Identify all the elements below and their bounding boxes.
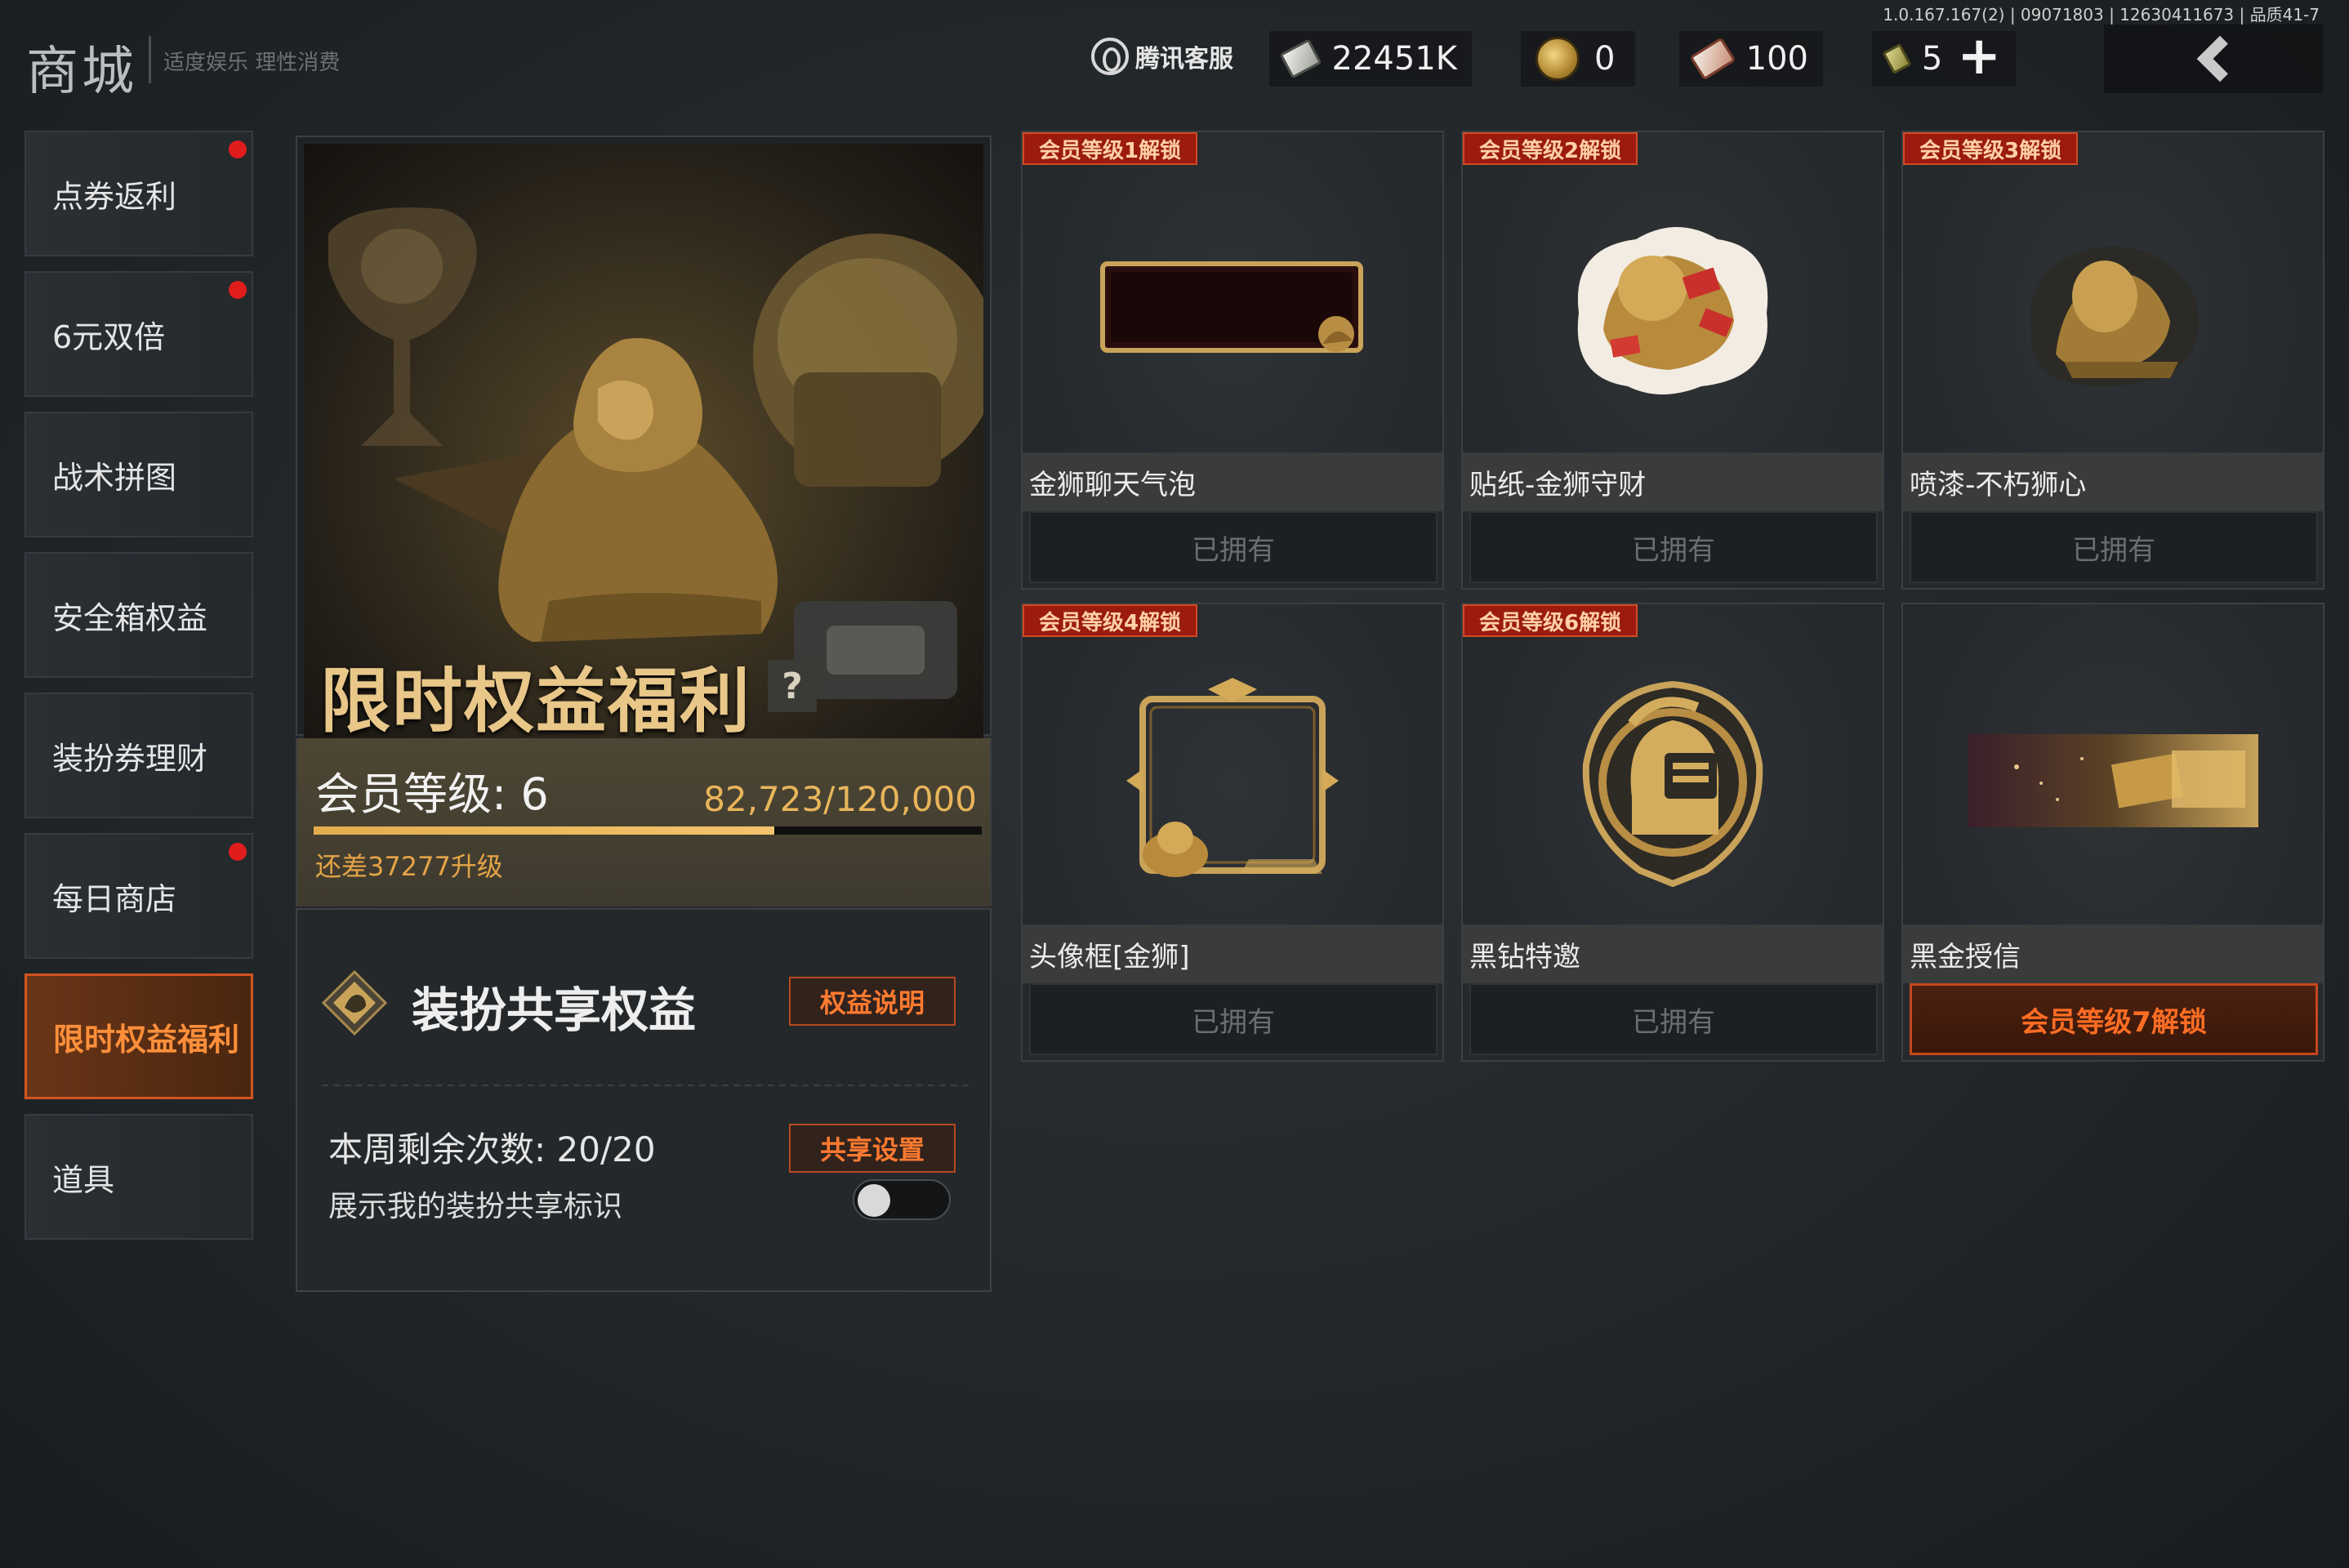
lion-spray-icon	[1903, 165, 2323, 452]
sidebar-item-label: 安全箱权益	[52, 599, 208, 636]
currency-note[interactable]: 5 +	[1872, 30, 2016, 87]
currency-cash-value: 22451K	[1331, 40, 1457, 78]
unlock-level-tag: 会员等级1解锁	[1023, 132, 1198, 165]
notification-dot-icon	[229, 140, 247, 158]
member-need-text: 还差37277升级	[315, 851, 503, 882]
member-progress-fill	[314, 826, 774, 835]
reward-status-button[interactable]: 已拥有	[1469, 983, 1878, 1055]
coin-icon	[1536, 37, 1580, 81]
unlock-level-tag: 会员等级2解锁	[1463, 132, 1638, 165]
reward-card[interactable]: 会员等级2解锁 贴纸-金狮守财 已拥有	[1461, 131, 1884, 590]
title-divider	[149, 36, 151, 83]
reward-card[interactable]: 会员等级6解锁 黑钻特邀 已拥有	[1461, 603, 1884, 1062]
sidebar-item-label: 每日商店	[52, 880, 177, 917]
sidebar-item-safe-box-benefits[interactable]: 安全箱权益	[25, 552, 253, 678]
note-icon	[1882, 42, 1912, 75]
sidebar-item-tactical-puzzle[interactable]: 战术拼图	[25, 412, 253, 537]
page-subtitle: 适度娱乐 理性消费	[163, 51, 341, 75]
reward-card[interactable]: 黑金授信 会员等级7解锁	[1901, 603, 2324, 1062]
reward-unlock-button[interactable]: 会员等级7解锁	[1910, 983, 2318, 1055]
hero-title: 限时权益福利	[320, 661, 751, 742]
sidebar-item-label: 战术拼图	[52, 459, 177, 496]
hero-banner: 限时权益福利 ?	[296, 136, 992, 742]
weekly-remaining-label: 本周剩余次数: 20/20	[328, 1129, 656, 1169]
voucher-ticket-icon	[1689, 37, 1736, 81]
unlock-level-tag: 会员等级4解锁	[1023, 604, 1198, 637]
sidebar-item-items[interactable]: 道具	[25, 1114, 253, 1240]
customer-service-label: 腾讯客服	[1135, 45, 1233, 74]
avatar-frame-icon	[1023, 637, 1442, 924]
currency-note-value: 5	[1921, 40, 1943, 78]
reward-status-button[interactable]: 已拥有	[1910, 511, 2318, 583]
sidebar-item-label: 6元双倍	[52, 318, 166, 355]
outfit-share-panel: 装扮共享权益 权益说明 本周剩余次数: 20/20 共享设置 展示我的装扮共享标…	[296, 908, 992, 1292]
help-button[interactable]: ?	[768, 660, 817, 712]
reward-status-button[interactable]: 已拥有	[1469, 511, 1878, 583]
sidebar-item-outfit-voucher-finance[interactable]: 装扮券理财	[25, 693, 253, 818]
cash-icon	[1279, 38, 1322, 79]
toggle-knob	[858, 1184, 890, 1217]
reward-status-button[interactable]: 已拥有	[1029, 983, 1437, 1055]
reward-card[interactable]: 会员等级4解锁 头像框[金狮] 已拥有	[1021, 603, 1444, 1062]
sidebar-item-limited-benefits[interactable]: 限时权益福利	[25, 973, 253, 1099]
reward-status-button[interactable]: 已拥有	[1029, 511, 1437, 583]
share-diamond-icon	[322, 970, 387, 1036]
back-button[interactable]	[2104, 24, 2323, 93]
notification-dot-icon	[229, 843, 247, 861]
benefit-explain-button[interactable]: 权益说明	[789, 977, 956, 1026]
reward-name: 黑金授信	[1903, 924, 2323, 983]
chat-bubble-frame-icon	[1023, 165, 1442, 452]
gold-card-icon	[1903, 637, 2323, 924]
page-title: 商城	[26, 42, 137, 102]
divider	[322, 1085, 969, 1086]
reward-name: 黑钻特邀	[1463, 924, 1883, 983]
unlock-level-tag: 会员等级3解锁	[1903, 132, 2079, 165]
add-currency-icon[interactable]: +	[1957, 30, 2001, 82]
build-info: 1.0.167.167(2) | 09071803 | 12630411673 …	[1883, 5, 2320, 24]
notification-dot-icon	[229, 281, 247, 299]
sidebar-item-label: 点券返利	[52, 178, 177, 215]
member-level-label: 会员等级: 6	[315, 768, 549, 820]
lion-sticker-icon	[1463, 165, 1883, 452]
reward-name: 贴纸-金狮守财	[1463, 452, 1883, 511]
customer-service-button[interactable]: 腾讯客服	[1091, 38, 1233, 75]
reward-name: 头像框[金狮]	[1023, 924, 1442, 983]
currency-voucher-value: 100	[1745, 40, 1808, 78]
member-level-panel: 会员等级: 6 82,723/120,000 还差37277升级	[296, 738, 992, 906]
reward-name: 喷漆-不朽狮心	[1903, 452, 2323, 511]
currency-coin[interactable]: 0	[1521, 31, 1635, 87]
unlock-level-tag: 会员等级6解锁	[1463, 604, 1638, 637]
sidebar-item-label: 限时权益福利	[53, 1021, 240, 1058]
reward-card[interactable]: 会员等级1解锁 金狮聊天气泡 已拥有	[1021, 131, 1444, 590]
currency-cash[interactable]: 22451K	[1269, 31, 1472, 87]
currency-voucher[interactable]: 100	[1679, 31, 1823, 87]
helmet-badge-icon	[1463, 637, 1883, 924]
reward-card[interactable]: 会员等级3解锁 喷漆-不朽狮心 已拥有	[1901, 131, 2324, 590]
member-progress-text: 82,723/120,000	[703, 779, 977, 819]
sidebar-item-daily-shop[interactable]: 每日商店	[25, 833, 253, 959]
sidebar-item-label: 道具	[52, 1161, 115, 1198]
share-settings-button[interactable]: 共享设置	[789, 1124, 956, 1173]
sidebar: 点券返利 6元双倍 战术拼图 安全箱权益 装扮券理财 每日商店 限时权益福利 道…	[25, 131, 253, 1254]
sidebar-item-six-yuan-double[interactable]: 6元双倍	[25, 271, 253, 397]
share-title: 装扮共享权益	[412, 982, 697, 1038]
customer-service-icon	[1091, 38, 1129, 75]
chevron-left-icon	[2196, 35, 2244, 82]
show-share-mark-label: 展示我的装扮共享标识	[328, 1190, 623, 1223]
sidebar-item-voucher-rebate[interactable]: 点券返利	[25, 131, 253, 256]
member-progress-bar	[314, 826, 982, 835]
show-share-mark-toggle[interactable]	[853, 1179, 951, 1220]
currency-coin-value: 0	[1594, 40, 1616, 78]
top-bar: 1.0.167.167(2) | 09071803 | 12630411673 …	[0, 0, 2349, 114]
sidebar-item-label: 装扮券理财	[52, 740, 208, 777]
reward-name: 金狮聊天气泡	[1023, 452, 1442, 511]
